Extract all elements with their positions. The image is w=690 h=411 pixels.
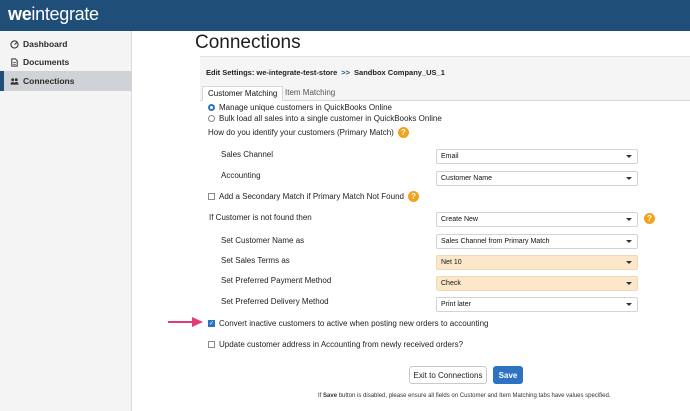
customer-name-select[interactable]: Sales Channel from Primary Match bbox=[436, 234, 638, 249]
page-title: Connections bbox=[195, 32, 301, 53]
secondary-match-checkbox[interactable] bbox=[208, 193, 215, 200]
brand-logo[interactable]: weintegrate bbox=[8, 4, 99, 25]
settings-panel: Edit Settings: we-integrate-test-store >>… bbox=[200, 56, 690, 363]
select-value: Sales Channel from Primary Match bbox=[441, 238, 550, 245]
not-found-label: If Customer is not found then bbox=[209, 213, 312, 222]
select-value: Customer Name bbox=[441, 175, 492, 182]
select-value: Email bbox=[441, 153, 459, 160]
sidebar-item-documents[interactable]: Documents bbox=[0, 52, 132, 72]
annotation-arrow-icon bbox=[168, 317, 203, 327]
top-bar: weintegrate bbox=[0, 0, 690, 31]
radio-button-selected[interactable] bbox=[208, 104, 215, 111]
delivery-method-select[interactable]: Print later bbox=[436, 297, 638, 312]
secondary-match-option[interactable]: Add a Secondary Match if Primary Match N… bbox=[208, 191, 419, 202]
not-found-action-select[interactable]: Create New bbox=[436, 212, 638, 227]
primary-match-question: How do you identify your customers (Prim… bbox=[208, 127, 409, 138]
field-label-sales-terms: Set Sales Terms as bbox=[221, 256, 290, 265]
tab-bar: Customer Matching Item Matching bbox=[200, 86, 690, 101]
note-bold: Save bbox=[323, 393, 338, 399]
field-label-delivery-method: Set Preferred Delivery Method bbox=[221, 297, 329, 306]
convert-inactive-option[interactable]: ✓ Convert inactive customers to active w… bbox=[208, 319, 488, 328]
caret-down-icon bbox=[626, 261, 632, 264]
radio-button[interactable] bbox=[208, 115, 215, 122]
payment-method-select[interactable]: Check bbox=[436, 276, 638, 291]
edit-settings-target: Sandbox Company_US_1 bbox=[354, 68, 445, 77]
tab-customer-matching[interactable]: Customer Matching bbox=[202, 86, 284, 101]
sales-channel-select[interactable]: Email bbox=[436, 149, 638, 164]
convert-inactive-checkbox[interactable]: ✓ bbox=[208, 320, 215, 327]
sidebar-item-label: Dashboard bbox=[23, 39, 68, 49]
radio-label: Manage unique customers in QuickBooks On… bbox=[219, 103, 392, 112]
tab-item-matching[interactable]: Item Matching bbox=[280, 86, 340, 101]
help-icon[interactable]: ? bbox=[644, 213, 655, 224]
field-label-payment-method: Set Preferred Payment Method bbox=[221, 276, 332, 285]
field-label-sales-channel: Sales Channel bbox=[221, 150, 274, 159]
select-value: Create New bbox=[441, 216, 478, 223]
caret-down-icon bbox=[626, 218, 632, 221]
radio-label: Bulk load all sales into a single custom… bbox=[219, 114, 442, 123]
caret-down-icon bbox=[626, 240, 632, 243]
note-suffix: button is disabled, please ensure all fi… bbox=[337, 393, 611, 399]
field-label-customer-name: Set Customer Name as bbox=[221, 236, 305, 245]
checkbox-label: Add a Secondary Match if Primary Match N… bbox=[219, 192, 404, 201]
checkbox-label: Convert inactive customers to active whe… bbox=[219, 319, 489, 328]
accounting-select[interactable]: Customer Name bbox=[436, 171, 638, 186]
field-label-accounting: Accounting bbox=[221, 171, 261, 180]
logo-prefix: we bbox=[8, 4, 32, 24]
primary-match-label: How do you identify your customers (Prim… bbox=[208, 128, 394, 137]
caret-down-icon bbox=[626, 155, 632, 158]
sidebar: Dashboard Documents Connections bbox=[0, 31, 132, 411]
select-value: Print later bbox=[441, 301, 471, 308]
radio-option-bulk-load[interactable]: Bulk load all sales into a single custom… bbox=[208, 114, 442, 123]
caret-down-icon bbox=[626, 303, 632, 306]
radio-option-unique-customers[interactable]: Manage unique customers in QuickBooks On… bbox=[208, 103, 392, 112]
caret-down-icon bbox=[626, 282, 632, 285]
sidebar-item-connections[interactable]: Connections bbox=[0, 71, 132, 91]
edit-settings-header: Edit Settings: we-integrate-test-store >>… bbox=[206, 68, 445, 77]
sales-terms-select[interactable]: Net 10 bbox=[436, 255, 638, 270]
edit-settings-separator: >> bbox=[341, 68, 351, 77]
update-address-checkbox[interactable] bbox=[208, 341, 215, 348]
dashboard-icon bbox=[10, 39, 19, 49]
sidebar-item-label: Connections bbox=[23, 76, 75, 86]
document-icon bbox=[11, 57, 18, 67]
logo-suffix: integrate bbox=[31, 4, 99, 24]
exit-to-connections-button[interactable]: Exit to Connections bbox=[409, 366, 487, 384]
sidebar-item-dashboard[interactable]: Dashboard bbox=[0, 34, 132, 54]
update-address-option[interactable]: Update customer address in Accounting fr… bbox=[208, 340, 463, 349]
checkbox-label: Update customer address in Accounting fr… bbox=[219, 340, 464, 349]
caret-down-icon bbox=[626, 177, 632, 180]
sidebar-item-label: Documents bbox=[23, 57, 70, 67]
help-icon[interactable]: ? bbox=[397, 127, 409, 138]
select-value: Net 10 bbox=[441, 259, 462, 266]
edit-settings-source: Edit Settings: we-integrate-test-store bbox=[206, 68, 338, 77]
save-disabled-note: If Save button is disabled, please ensur… bbox=[318, 393, 611, 399]
save-button[interactable]: Save bbox=[493, 366, 523, 384]
help-icon[interactable]: ? bbox=[407, 191, 419, 202]
select-value: Check bbox=[441, 280, 461, 287]
connections-icon bbox=[10, 77, 19, 85]
